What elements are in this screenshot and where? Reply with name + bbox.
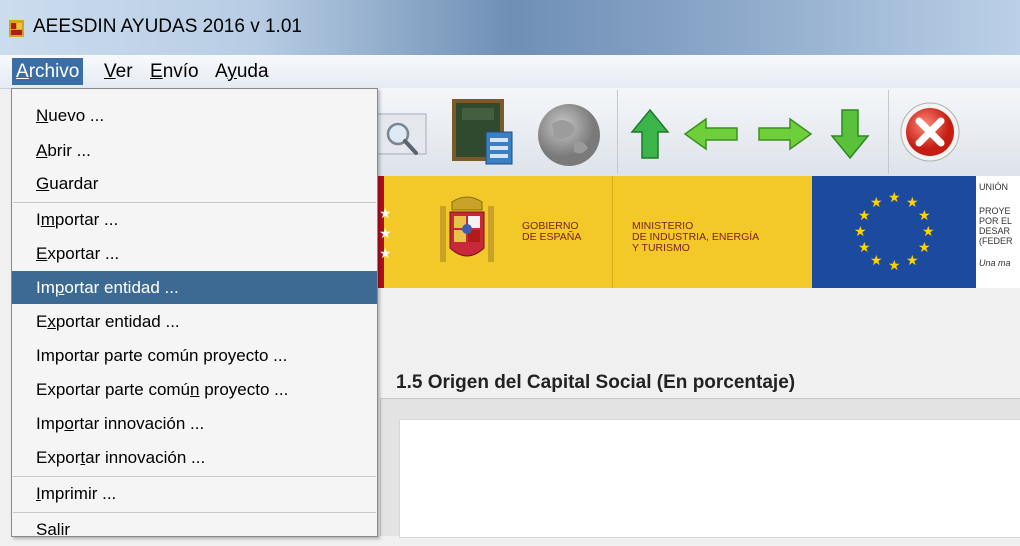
move-up-button[interactable] — [628, 106, 672, 162]
eu-label-2: PROYE — [979, 206, 1011, 216]
svg-text:★: ★ — [870, 195, 883, 211]
star-icon: ★ ★ ★ — [379, 205, 392, 261]
globe-icon — [538, 104, 600, 166]
svg-text:★: ★ — [379, 205, 392, 221]
toolbar-separator — [617, 90, 618, 174]
menu-ver[interactable]: Ver — [100, 58, 137, 85]
menu-item-guardar[interactable]: Guardar — [12, 167, 377, 200]
menu-item-salir[interactable]: Salir — [12, 513, 377, 546]
svg-text:★: ★ — [906, 195, 919, 211]
calculator-button[interactable] — [450, 98, 520, 168]
toolbar-separator — [888, 90, 889, 174]
app-icon — [9, 20, 24, 37]
title-bar: AEESDIN AYUDAS 2016 v 1.01 — [0, 0, 1020, 55]
menu-item-exportar-innovacion[interactable]: Exportar innovación ... — [12, 441, 377, 474]
svg-text:★: ★ — [379, 225, 392, 241]
arrow-up-icon — [630, 108, 670, 159]
menu-item-exportar-parte-comun[interactable]: Exportar parte común proyecto ... — [12, 373, 377, 406]
search-button[interactable] — [376, 102, 436, 166]
globe-button[interactable] — [534, 100, 604, 170]
arrow-left-icon — [683, 117, 738, 151]
eu-stars-icon: ★ ★★ ★★★ ★★★ ★★★ — [854, 190, 935, 274]
menu-item-importar[interactable]: Importar ... — [12, 203, 377, 236]
arrow-down-icon — [830, 109, 870, 160]
svg-text:★: ★ — [888, 190, 901, 206]
eu-label-3: POR EL — [979, 216, 1013, 226]
svg-text:★: ★ — [918, 208, 931, 224]
move-down-button[interactable] — [828, 106, 872, 162]
eu-label-1: UNIÓN — [979, 182, 1008, 192]
menu-item-imprimir[interactable]: Imprimir ... — [12, 477, 377, 510]
menu-item-exportar[interactable]: Exportar ... — [12, 237, 377, 270]
menu-item-abrir[interactable]: Abrir ... — [12, 134, 377, 167]
svg-text:★: ★ — [870, 253, 883, 269]
svg-text:★: ★ — [858, 208, 871, 224]
close-icon — [900, 102, 960, 162]
move-right-button[interactable] — [756, 116, 814, 152]
move-left-button[interactable] — [682, 116, 740, 152]
svg-text:★: ★ — [918, 240, 931, 256]
ministry-label-3: Y TURISMO — [632, 242, 690, 254]
section-title: 1.5 Origen del Capital Social (En porcen… — [396, 372, 796, 393]
spain-coat-of-arms-icon — [440, 196, 494, 262]
arrow-right-icon — [758, 117, 813, 151]
menu-item-exportar-entidad[interactable]: Exportar entidad ... — [12, 305, 377, 338]
eu-label-4: DESAR — [979, 226, 1011, 236]
window-title: AEESDIN AYUDAS 2016 v 1.01 — [33, 16, 302, 37]
close-button[interactable] — [898, 100, 962, 164]
menu-ayuda[interactable]: Ayuda — [211, 58, 273, 85]
government-logo-area: ★ ★ ★ GOBIERNO DE ESPAÑA MINISTERIO DE I… — [379, 176, 812, 288]
menu-item-importar-parte-comun[interactable]: Importar parte común proyecto ... — [12, 339, 377, 372]
gov-label-2: DE ESPAÑA — [522, 231, 582, 243]
eu-label-5: (FEDER — [979, 236, 1013, 246]
content-panel — [380, 398, 1020, 538]
menu-item-importar-innovacion[interactable]: Importar innovación ... — [12, 407, 377, 440]
menu-bar: Archivo Ver Envío Ayuda — [0, 55, 1020, 89]
archivo-dropdown-menu: Nuevo ... Abrir ... Guardar Importar ...… — [11, 88, 378, 539]
svg-text:★: ★ — [854, 224, 867, 240]
svg-text:★: ★ — [906, 253, 919, 269]
content-area[interactable] — [399, 419, 1020, 538]
eu-flag: ★ ★ ★ ★ ★ ★ ★ ★ ★ ★ ★ ★ — [812, 176, 976, 288]
menu-item-nuevo[interactable]: Nuevo ... — [12, 99, 377, 132]
sponsor-banner: ★ ★ ★ GOBIERNO DE ESPAÑA MINISTERIO DE I… — [376, 176, 1020, 288]
menu-envio[interactable]: Envío — [146, 58, 203, 85]
svg-text:★: ★ — [922, 224, 935, 240]
eu-label-6: Una ma — [979, 258, 1011, 268]
svg-text:★: ★ — [379, 245, 392, 261]
menu-archivo[interactable]: Archivo — [12, 58, 84, 85]
calculator-book-icon — [452, 99, 513, 165]
search-icon — [376, 113, 427, 155]
toolbar — [376, 88, 1020, 177]
banner-divider — [612, 176, 613, 288]
svg-text:★: ★ — [888, 258, 901, 274]
svg-text:★: ★ — [858, 240, 871, 256]
menu-item-importar-entidad[interactable]: Importar entidad ... — [12, 271, 377, 304]
